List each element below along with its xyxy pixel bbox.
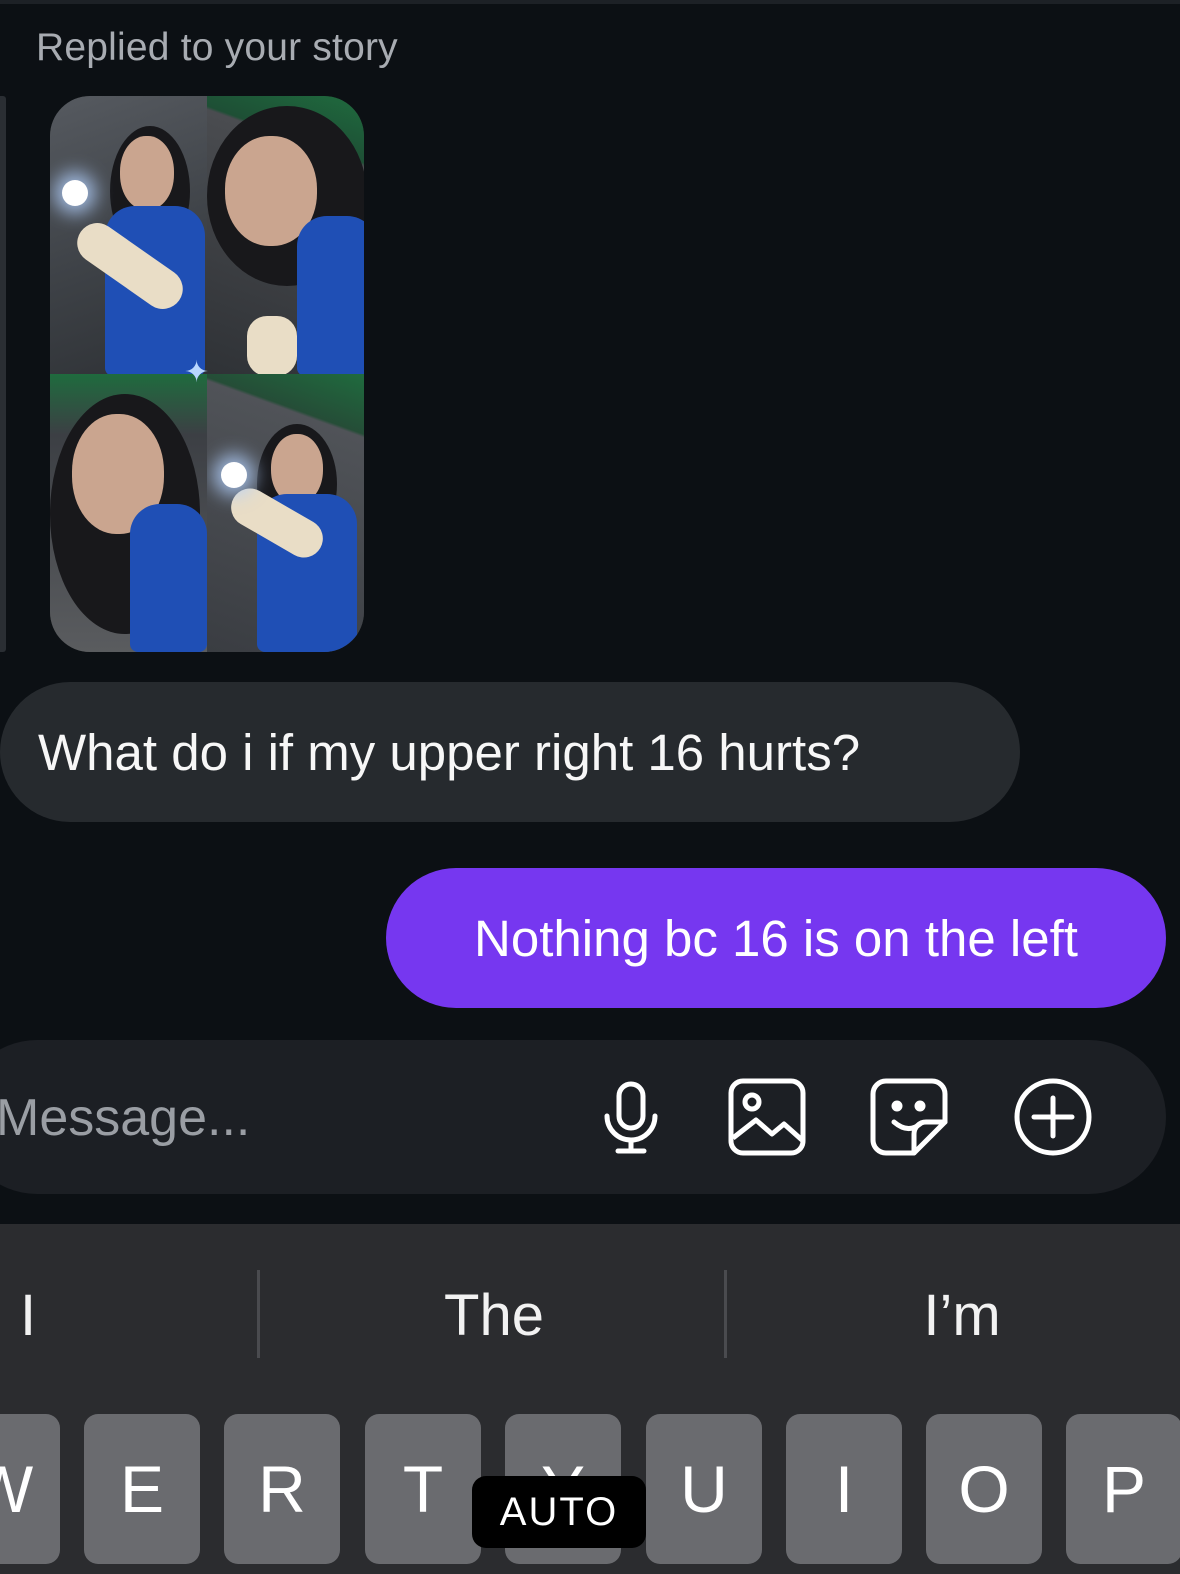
story-photo-2 bbox=[207, 96, 364, 374]
key-i[interactable]: I bbox=[786, 1414, 902, 1564]
suggestion-1[interactable]: I bbox=[0, 1282, 56, 1349]
fairy-sticker-icon: ✦ bbox=[184, 356, 210, 389]
key-w[interactable]: W bbox=[0, 1414, 60, 1564]
story-reply-label: Replied to your story bbox=[36, 26, 398, 69]
gallery-icon[interactable] bbox=[726, 1076, 808, 1158]
key-r[interactable]: R bbox=[224, 1414, 340, 1564]
story-photo-3 bbox=[50, 374, 207, 652]
key-p[interactable]: P bbox=[1066, 1414, 1180, 1564]
reply-indicator-bar bbox=[0, 96, 6, 652]
sticker-icon[interactable] bbox=[868, 1076, 950, 1158]
key-e[interactable]: E bbox=[84, 1414, 200, 1564]
outgoing-message-text: Nothing bc 16 is on the left bbox=[474, 909, 1078, 967]
top-strip bbox=[0, 0, 1180, 4]
suggestion-2[interactable]: The bbox=[394, 1282, 594, 1349]
incoming-message-text: What do i if my upper right 16 hurts? bbox=[38, 723, 861, 781]
auto-badge: AUTO bbox=[472, 1476, 646, 1548]
key-t[interactable]: T bbox=[365, 1414, 481, 1564]
story-photo-1 bbox=[50, 96, 207, 374]
key-u[interactable]: U bbox=[646, 1414, 762, 1564]
key-o[interactable]: O bbox=[926, 1414, 1042, 1564]
suggestion-divider bbox=[257, 1270, 260, 1358]
suggestion-3[interactable]: I’m bbox=[862, 1282, 1062, 1349]
story-photo-4 bbox=[207, 374, 364, 652]
message-input[interactable]: Message... bbox=[0, 1088, 250, 1148]
plus-icon[interactable] bbox=[1012, 1076, 1094, 1158]
outgoing-message-bubble[interactable]: Nothing bc 16 is on the left bbox=[386, 868, 1166, 1008]
microphone-icon[interactable] bbox=[590, 1076, 672, 1158]
story-thumbnail[interactable]: ✦ bbox=[50, 96, 364, 652]
suggestion-divider bbox=[724, 1270, 727, 1358]
incoming-message-bubble[interactable]: What do i if my upper right 16 hurts? bbox=[0, 682, 1020, 822]
